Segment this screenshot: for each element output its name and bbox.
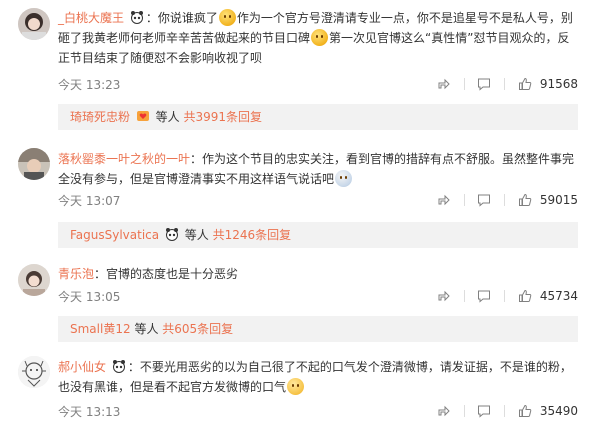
comment-meta: 今天 13:05 45734 xyxy=(58,288,578,306)
like-count: 59015 xyxy=(539,192,578,207)
divider xyxy=(463,289,465,302)
comment-actions: 59015 xyxy=(437,192,578,210)
timestamp: 今天 13:23 xyxy=(58,78,121,92)
reply-summary[interactable]: Small黄12 等人 共605条回复 xyxy=(58,316,578,342)
comment-meta: 今天 13:23 91568 xyxy=(58,76,578,94)
emoji-icon xyxy=(218,9,236,26)
divider xyxy=(504,193,506,206)
timestamp: 今天 13:13 xyxy=(58,405,121,419)
reply-username[interactable]: Small黄12 xyxy=(70,322,131,336)
divider xyxy=(463,404,465,417)
panda-icon xyxy=(130,11,143,24)
emoji-icon xyxy=(335,170,353,187)
share-icon[interactable] xyxy=(437,404,451,418)
like-count: 35490 xyxy=(539,403,578,418)
reply-summary[interactable]: FagusSylvatica 等人 共1246条回复 xyxy=(58,222,578,248)
panda-icon xyxy=(165,228,178,241)
divider xyxy=(463,77,465,90)
reply-username[interactable]: 琦琦死忠粉 xyxy=(70,110,130,124)
colon: ： xyxy=(127,360,140,374)
reply-count[interactable]: 共1246条回复 xyxy=(213,228,292,242)
comment-text: _白桃大魔王 ：你说谁疯了 作为一个官方号澄清请专业一点，你不是追星号不是私人号，… xyxy=(58,8,578,68)
share-icon[interactable] xyxy=(437,289,451,303)
like-count: 45734 xyxy=(539,288,578,303)
reply-count[interactable]: 共3991条回复 xyxy=(184,110,263,124)
colon: ： xyxy=(145,11,158,25)
username[interactable]: _白桃大魔王 xyxy=(58,11,124,25)
emoji-icon xyxy=(311,29,329,46)
comment-body: 官博的态度也是十分恶劣 xyxy=(106,267,239,281)
colon: ： xyxy=(190,152,203,166)
reply-count[interactable]: 共605条回复 xyxy=(162,322,233,336)
share-icon[interactable] xyxy=(437,193,451,207)
divider xyxy=(463,193,465,206)
username[interactable]: 青乐泡 xyxy=(58,267,94,281)
reply-username[interactable]: FagusSylvatica xyxy=(70,228,159,242)
comment-text: 落秋罂黍一叶之秋的一叶：作为这个节目的忠实关注，看到官博的措辞有点不舒服。虽然整… xyxy=(58,149,578,189)
colon: ： xyxy=(94,267,107,281)
comment-text: 郝小仙女 ：不要光用恶劣的以为自己很了不起的口气发个澄清微博，请发证据，不是谁的… xyxy=(58,357,578,397)
fan-heart-icon xyxy=(136,111,149,121)
thumbs-up-icon[interactable] xyxy=(518,193,532,207)
like-count: 91568 xyxy=(539,76,578,91)
thumbs-up-icon[interactable] xyxy=(518,289,532,303)
thumbs-up-icon[interactable] xyxy=(518,404,532,418)
panda-icon xyxy=(112,360,125,373)
thumbs-up-icon[interactable] xyxy=(518,77,532,91)
divider xyxy=(504,404,506,417)
reply-middle: 等人 xyxy=(134,322,159,336)
comment-actions: 45734 xyxy=(437,288,578,306)
timestamp: 今天 13:07 xyxy=(58,194,121,208)
share-icon[interactable] xyxy=(437,77,451,91)
avatar[interactable] xyxy=(18,356,50,388)
username[interactable]: 郝小仙女 xyxy=(58,360,106,374)
comment-meta: 今天 13:13 35490 xyxy=(58,403,578,421)
timestamp: 今天 13:05 xyxy=(58,290,121,304)
reply-summary[interactable]: 琦琦死忠粉 等人 共3991条回复 xyxy=(58,104,578,130)
reply-middle: 等人 xyxy=(184,228,209,242)
comment-body: 你说谁疯了 xyxy=(157,11,218,25)
emoji-icon xyxy=(287,378,305,395)
comment-actions: 35490 xyxy=(437,403,578,421)
reply-middle: 等人 xyxy=(155,110,180,124)
comment-actions: 91568 xyxy=(437,76,578,94)
comment-icon[interactable] xyxy=(477,289,491,303)
divider xyxy=(504,77,506,90)
comment-icon[interactable] xyxy=(477,193,491,207)
username[interactable]: 落秋罂黍一叶之秋的一叶 xyxy=(58,152,190,166)
comment-text: 青乐泡：官博的态度也是十分恶劣 xyxy=(58,264,578,284)
comment-icon[interactable] xyxy=(477,404,491,418)
avatar[interactable] xyxy=(18,8,50,40)
divider xyxy=(504,289,506,302)
comment-icon[interactable] xyxy=(477,77,491,91)
avatar[interactable] xyxy=(18,264,50,296)
comment-meta: 今天 13:07 59015 xyxy=(58,192,578,210)
avatar[interactable] xyxy=(18,148,50,180)
